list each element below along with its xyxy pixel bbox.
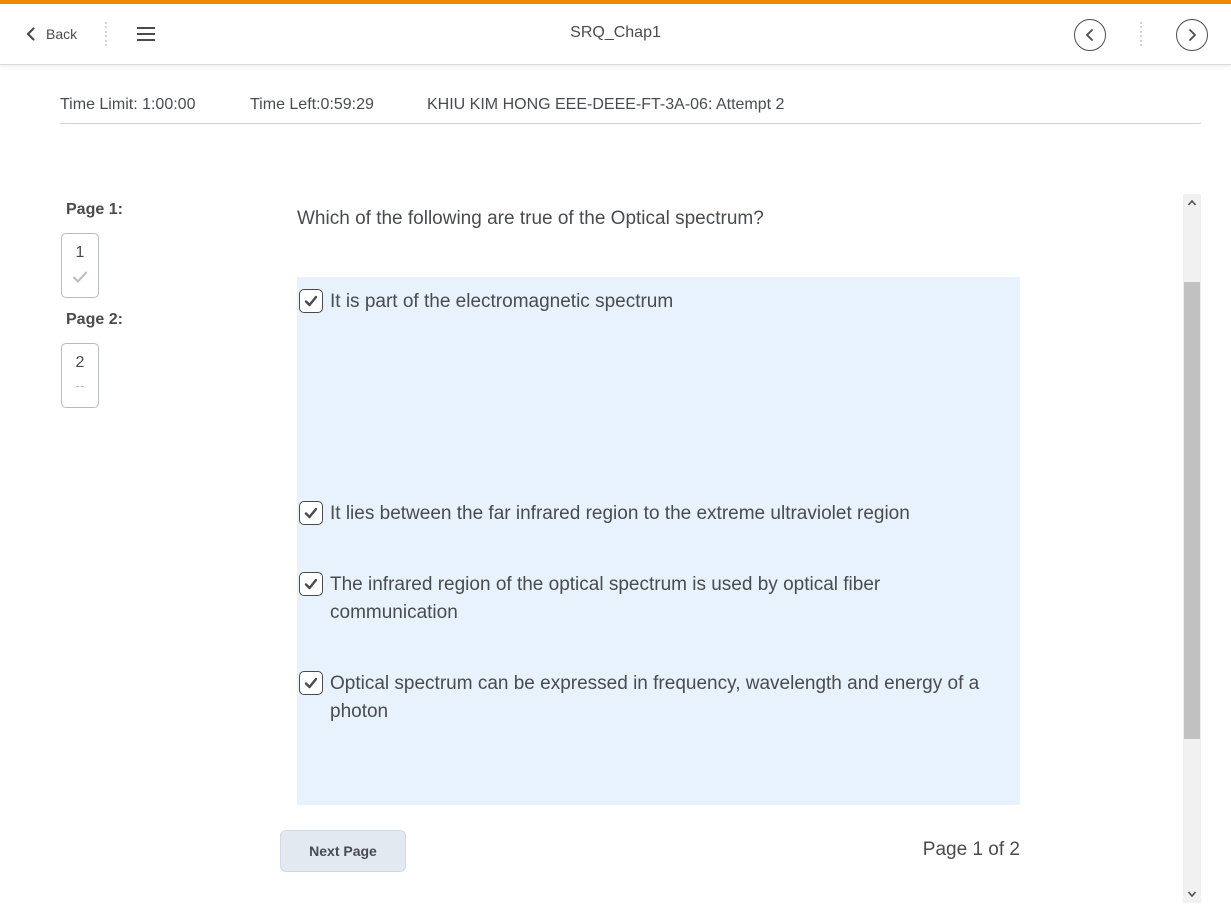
page-2-link[interactable]: 2 -- xyxy=(61,343,99,408)
previous-button[interactable] xyxy=(1074,19,1106,51)
answer-option-text: The infrared region of the optical spect… xyxy=(330,574,881,623)
answer-checkbox[interactable] xyxy=(299,501,323,525)
check-icon xyxy=(304,578,318,590)
time-limit: Time Limit: 1:00:00 xyxy=(60,96,196,113)
check-icon xyxy=(304,507,318,519)
page-1-number: 1 xyxy=(75,244,85,261)
answer-panel: It is part of the electromagnetic spectr… xyxy=(297,277,1020,805)
separator-dots xyxy=(1139,22,1143,46)
vertical-scrollbar[interactable] xyxy=(1183,194,1201,903)
scroll-up-arrow-icon[interactable] xyxy=(1183,194,1201,212)
answer-option: It is part of the electromagnetic spectr… xyxy=(299,288,999,316)
chevron-right-icon xyxy=(1189,29,1196,41)
top-navbar: Back SRQ_Chap1 xyxy=(0,4,1231,65)
page-1-link[interactable]: 1 xyxy=(61,233,99,298)
next-page-button[interactable]: Next Page xyxy=(280,830,406,872)
page-2-number: 2 xyxy=(75,354,85,371)
scroll-down-arrow-icon[interactable] xyxy=(1183,885,1201,903)
check-icon xyxy=(304,677,318,689)
answer-option: Optical spectrum can be expressed in fre… xyxy=(299,670,999,726)
next-button[interactable] xyxy=(1176,19,1208,51)
answer-option: It lies between the far infrared region … xyxy=(299,500,999,528)
answer-option-text: It lies between the far infrared region … xyxy=(330,503,910,524)
check-icon xyxy=(62,270,98,287)
answer-option-text: Optical spectrum can be expressed in fre… xyxy=(330,673,980,722)
quiz-title: SRQ_Chap1 xyxy=(570,24,661,41)
page-2-status: -- xyxy=(75,377,85,393)
scrollbar-thumb[interactable] xyxy=(1184,282,1200,739)
check-icon xyxy=(304,295,318,307)
question-text: Which of the following are true of the O… xyxy=(297,208,764,229)
page-2-label: Page 2: xyxy=(66,311,123,328)
answer-checkbox[interactable] xyxy=(299,572,323,596)
attempt-info: KHIU KIM HONG EEE-DEEE-FT-3A-06: Attempt… xyxy=(427,96,785,113)
quiz-info-row: Time Limit: 1:00:00 Time Left:0:59:29 KH… xyxy=(60,96,1201,124)
answer-checkbox[interactable] xyxy=(299,671,323,695)
answer-option-text: It is part of the electromagnetic spectr… xyxy=(330,291,674,312)
chevron-left-icon xyxy=(1086,29,1093,41)
page-count: Page 1 of 2 xyxy=(922,839,1020,860)
page-1-label: Page 1: xyxy=(66,201,123,218)
answer-option: The infrared region of the optical spect… xyxy=(299,571,939,627)
answer-checkbox[interactable] xyxy=(299,289,323,313)
time-left: Time Left:0:59:29 xyxy=(250,96,374,113)
